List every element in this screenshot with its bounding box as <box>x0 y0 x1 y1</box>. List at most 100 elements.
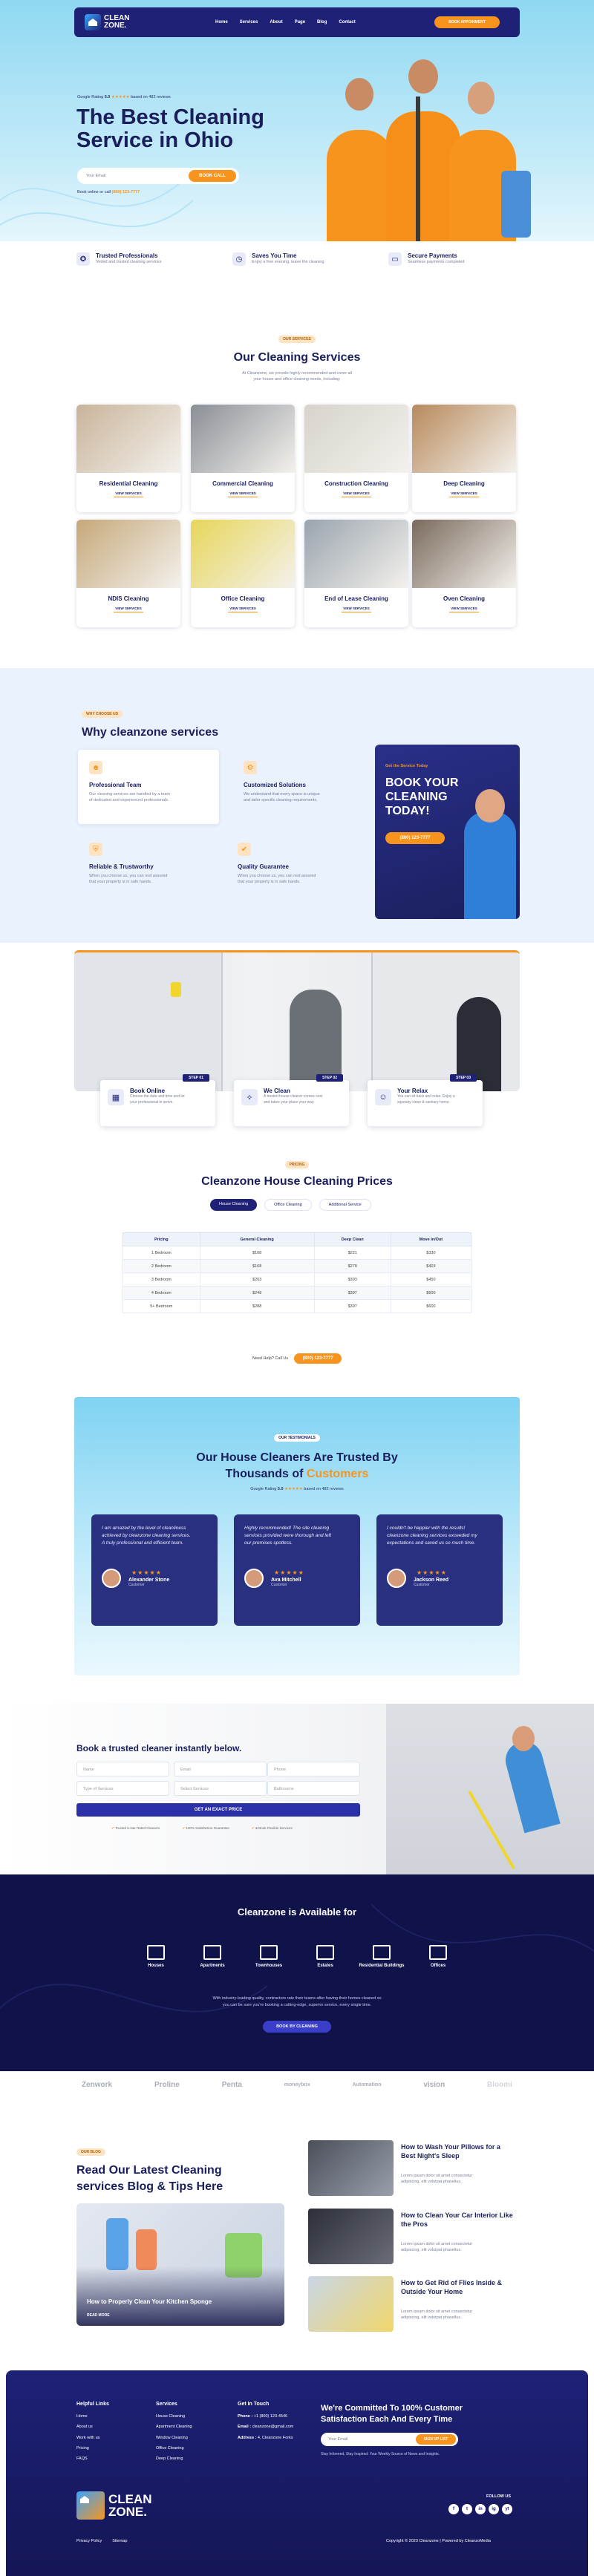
nav-services[interactable]: Services <box>240 20 258 24</box>
service-card[interactable]: Residential Cleaning VIEW SERVICES <box>76 405 180 512</box>
service-card[interactable]: Construction Cleaning VIEW SERVICES <box>304 405 408 512</box>
testimonial-quote: cleanzone cleaning services exceeded my <box>387 1533 477 1539</box>
blog-post[interactable]: How to Get Rid of Flies Inside & Outside … <box>308 2276 523 2332</box>
service-image <box>412 405 516 473</box>
service-card[interactable]: End of Lease Cleaning VIEW SERVICES <box>304 520 408 627</box>
book-cleaning-button[interactable]: BOOK BY CLEANING <box>263 2021 331 2033</box>
footer-logo[interactable]: CLEAN ZONE. <box>76 2491 152 2520</box>
linkedin-icon[interactable]: in <box>475 2504 486 2514</box>
select-services-select[interactable]: Select Services <box>174 1781 267 1796</box>
hero-title: The Best Cleaning Service in Ohio <box>76 105 264 152</box>
brand-name-line2: ZONE. <box>104 22 127 30</box>
testimonial-quote: A truly professional and efficient team. <box>102 1540 183 1546</box>
view-services-link[interactable]: VIEW SERVICES <box>114 607 143 612</box>
view-services-link[interactable]: VIEW SERVICES <box>449 607 479 612</box>
view-services-link[interactable]: VIEW SERVICES <box>114 491 143 497</box>
house-icon <box>147 1945 165 1960</box>
view-services-link[interactable]: VIEW SERVICES <box>228 491 258 497</box>
privacy-policy-link[interactable]: Privacy Policy <box>76 2539 102 2543</box>
footer-link[interactable]: Deep Cleaning <box>156 2454 192 2464</box>
service-title: Residential Cleaning <box>99 480 158 487</box>
nav-contact[interactable]: Contact <box>339 20 355 24</box>
service-type-select[interactable]: Type of Services <box>76 1781 169 1796</box>
footer-email[interactable]: cleanzone@gmail.com <box>252 2425 294 2429</box>
hero-phone-line: Book online or call (800) 123-7777 <box>77 190 140 194</box>
blog-title-line2: services Blog & Tips Here <box>76 2180 223 2193</box>
step-desc: You can sit back and relax. Enjoy a <box>397 1094 455 1099</box>
footer-link[interactable]: FAQS <box>76 2454 109 2464</box>
footer-link[interactable]: Home <box>76 2411 109 2422</box>
view-services-link[interactable]: VIEW SERVICES <box>449 491 479 497</box>
brand-name-line1: CLEAN <box>108 2492 152 2506</box>
footer-link[interactable]: About us <box>76 2422 109 2432</box>
footer-link[interactable]: Apartment Cleaning <box>156 2422 192 2432</box>
service-card[interactable]: Oven Cleaning VIEW SERVICES <box>412 520 516 627</box>
table-cell: $248 <box>199 1286 315 1300</box>
promo-call-button[interactable]: (800) 123-7777 <box>385 832 445 844</box>
name-field[interactable]: Name <box>76 1762 169 1776</box>
tab-office-cleaning[interactable]: Office Cleaning <box>264 1199 312 1211</box>
read-more-link[interactable]: READ MORE <box>87 2313 110 2318</box>
nav-home[interactable]: Home <box>215 20 228 24</box>
avatar <box>102 1569 121 1589</box>
view-services-link[interactable]: VIEW SERVICES <box>342 607 371 612</box>
booking-photo <box>386 1704 594 1874</box>
footer-link[interactable]: Window Cleaning <box>156 2433 192 2443</box>
service-card[interactable]: Office Cleaning VIEW SERVICES <box>191 520 295 627</box>
step-desc: your professional in arrive. <box>130 1099 174 1105</box>
phone-field[interactable]: Phone <box>267 1762 360 1776</box>
email-field[interactable]: Email <box>174 1762 267 1776</box>
service-card[interactable]: Commercial Cleaning VIEW SERVICES <box>191 405 295 512</box>
footer-link[interactable]: House Cleaning <box>156 2411 192 2422</box>
testimonial-card: I couldn't be happier with the results! … <box>376 1514 503 1626</box>
hero-phone-link[interactable]: (800) 123-7777 <box>111 190 140 194</box>
hero-rating-value: 5.0 <box>104 95 111 99</box>
sitemap-link[interactable]: Sitemap <box>112 2539 127 2543</box>
book-call-button[interactable]: BOOK CALL <box>189 170 236 182</box>
blog-post[interactable]: How to Clean Your Car Interior Like the P… <box>308 2209 523 2264</box>
get-price-button[interactable]: GET AN EXACT PRICE <box>76 1803 360 1817</box>
service-title: Office Cleaning <box>221 595 265 602</box>
step-card: STEP 02 ✧ We Clean A trusted house clean… <box>234 1074 349 1126</box>
partner-logo: Penta <box>221 2081 242 2089</box>
footer-link[interactable]: Work with us <box>76 2433 109 2443</box>
book-appointment-button[interactable]: BOOK APPOINMENT <box>434 16 500 28</box>
view-services-link[interactable]: VIEW SERVICES <box>342 491 371 497</box>
subscribe-button[interactable]: SIGN UP LIST <box>416 2434 456 2445</box>
footer-link[interactable]: Office Cleaning <box>156 2443 192 2454</box>
footer-email-input[interactable]: Your Email <box>328 2436 347 2442</box>
service-title: Construction Cleaning <box>324 480 388 487</box>
blog-post[interactable]: How to Wash Your Pillows for a Best Night… <box>308 2140 523 2196</box>
instagram-icon[interactable]: ig <box>489 2504 499 2514</box>
nav-blog[interactable]: Blog <box>317 20 327 24</box>
service-card[interactable]: NDIS Cleaning VIEW SERVICES <box>76 520 180 627</box>
service-title: Deep Cleaning <box>443 480 485 487</box>
brand-logo[interactable]: CLEAN ZONE. <box>85 14 129 30</box>
why-item: ☻ Professional Team Our cleaning service… <box>89 761 223 835</box>
why-item-title: Professional Team <box>89 782 142 788</box>
logo-icon <box>76 2491 105 2520</box>
youtube-icon[interactable]: yt <box>502 2504 512 2514</box>
table-cell: 2 Bedroom <box>123 1259 200 1273</box>
available-types: Houses Apartments Townhouses Estates Res… <box>130 1945 464 1968</box>
pricing-call-button[interactable]: (800) 123-7777 <box>294 1353 342 1364</box>
featured-blog-card[interactable]: How to Properly Clean Your Kitchen Spong… <box>76 2203 284 2326</box>
footer-phone[interactable]: +1 (800) 123-4546 <box>254 2414 287 2419</box>
book-promo-card: Get the Service Today BOOK YOUR CLEANING… <box>375 745 520 919</box>
table-cell: $450 <box>390 1272 472 1287</box>
facebook-icon[interactable]: f <box>448 2504 459 2514</box>
bathrooms-select[interactable]: Bathrooms <box>267 1781 360 1796</box>
service-image <box>191 520 295 588</box>
nav-about[interactable]: About <box>270 20 282 24</box>
nav-page[interactable]: Page <box>295 20 305 24</box>
service-card[interactable]: Deep Cleaning VIEW SERVICES <box>412 405 516 512</box>
feature-desc: Seamless payments completed <box>408 260 465 264</box>
twitter-icon[interactable]: t <box>462 2504 472 2514</box>
tab-house-cleaning[interactable]: House Cleaning <box>210 1199 258 1211</box>
view-services-link[interactable]: VIEW SERVICES <box>228 607 258 612</box>
footer-link[interactable]: Pricing <box>76 2443 109 2454</box>
partner-logo: vision <box>423 2081 446 2089</box>
commit-line1: We're Committed To 100% Customer <box>321 2404 463 2413</box>
hero-email-input[interactable]: Your Email <box>86 173 105 179</box>
tab-additional-service[interactable]: Additional Service <box>319 1199 371 1211</box>
